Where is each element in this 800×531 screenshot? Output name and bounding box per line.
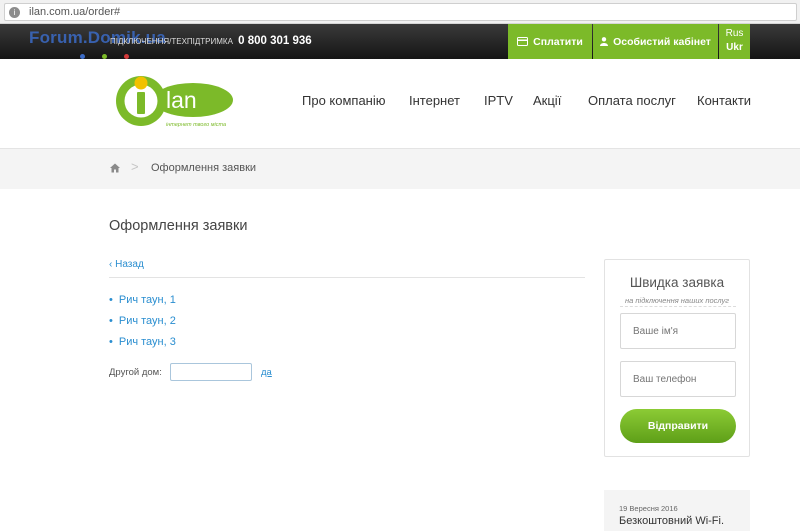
support-label: ПІДКЛЮЧЕННЯ/ТЕХПІДТРИМКА [110, 37, 233, 46]
url-field[interactable]: i ilan.com.ua/order# [4, 3, 797, 21]
quick-order-subtitle: на підключення наших послуг [625, 296, 729, 305]
pay-label: Сплатити [533, 35, 583, 48]
dashed-divider [620, 306, 736, 307]
quick-order-panel: Швидка заявка на підключення наших послу… [604, 259, 750, 457]
divider [109, 277, 585, 278]
list-item[interactable]: Рич таун, 3 [109, 334, 176, 355]
list-item[interactable]: Рич таун, 2 [109, 313, 176, 334]
support-info: ПІДКЛЮЧЕННЯ/ТЕХПІДТРИМКА 0 800 301 936 [110, 35, 312, 47]
logo-word: lan [166, 87, 197, 113]
other-house-label: Другой дом: [109, 367, 162, 378]
credit-card-icon [517, 37, 529, 46]
phone-field[interactable] [620, 361, 736, 397]
cabinet-button[interactable]: Особистий кабінет [593, 24, 718, 59]
list-item[interactable]: Рич таун, 1 [109, 292, 176, 313]
pay-button[interactable]: Сплатити [508, 24, 592, 59]
other-house-input[interactable] [170, 363, 252, 381]
user-icon [600, 37, 609, 46]
back-label: Назад [115, 259, 144, 270]
nav-internet[interactable]: Інтернет [409, 93, 460, 108]
quick-order-title: Швидка заявка [629, 275, 725, 290]
submit-button[interactable]: Відправити [620, 409, 736, 443]
confirm-link[interactable]: да [261, 367, 272, 378]
breadcrumb-current: Оформлення заявки [151, 162, 257, 174]
site-info-icon[interactable]: i [9, 7, 20, 18]
news-teaser[interactable]: 19 Вересня 2016 Безкоштовний Wi-Fi. [604, 490, 750, 531]
logo-graphic: lan інтернет твого міста [116, 76, 233, 128]
chevron-left-icon: ‹ [109, 259, 113, 270]
cabinet-label: Особистий кабінет [613, 35, 711, 48]
nav-about[interactable]: Про компанію [302, 93, 386, 108]
nav-promotions[interactable]: Акції [533, 93, 561, 108]
breadcrumb: > Оформлення заявки [0, 149, 800, 189]
breadcrumb-separator-icon: > [131, 159, 139, 174]
news-headline[interactable]: Безкоштовний Wi-Fi. [619, 515, 724, 527]
back-link[interactable]: ‹ Назад [109, 259, 144, 270]
logo-tagline: інтернет твого міста [166, 122, 226, 128]
site-logo[interactable]: lan інтернет твого міста [116, 73, 234, 131]
home-icon[interactable] [110, 163, 120, 173]
support-phone[interactable]: 0 800 301 936 [238, 35, 312, 47]
lang-ukr[interactable]: Ukr [719, 41, 750, 55]
page-title: Оформлення заявки [109, 218, 248, 234]
name-field[interactable] [620, 313, 736, 349]
news-date: 19 Вересня 2016 [619, 504, 678, 513]
site-header: lan інтернет твого міста Про компанію Ін… [0, 59, 800, 149]
nav-payment[interactable]: Оплата послуг [588, 93, 676, 108]
lang-rus[interactable]: Rus [719, 27, 750, 41]
browser-address-bar: i ilan.com.ua/order# [0, 0, 800, 24]
url-text: ilan.com.ua/order# [29, 6, 121, 18]
nav-iptv[interactable]: IPTV [484, 93, 513, 108]
address-list: Рич таун, 1 Рич таун, 2 Рич таун, 3 [109, 292, 176, 355]
language-switcher: Rus Ukr [719, 24, 750, 59]
top-bar: Forum.Domik.ua ПІДКЛЮЧЕННЯ/ТЕХПІДТРИМКА … [0, 24, 800, 59]
nav-contacts[interactable]: Контакти [697, 93, 751, 108]
